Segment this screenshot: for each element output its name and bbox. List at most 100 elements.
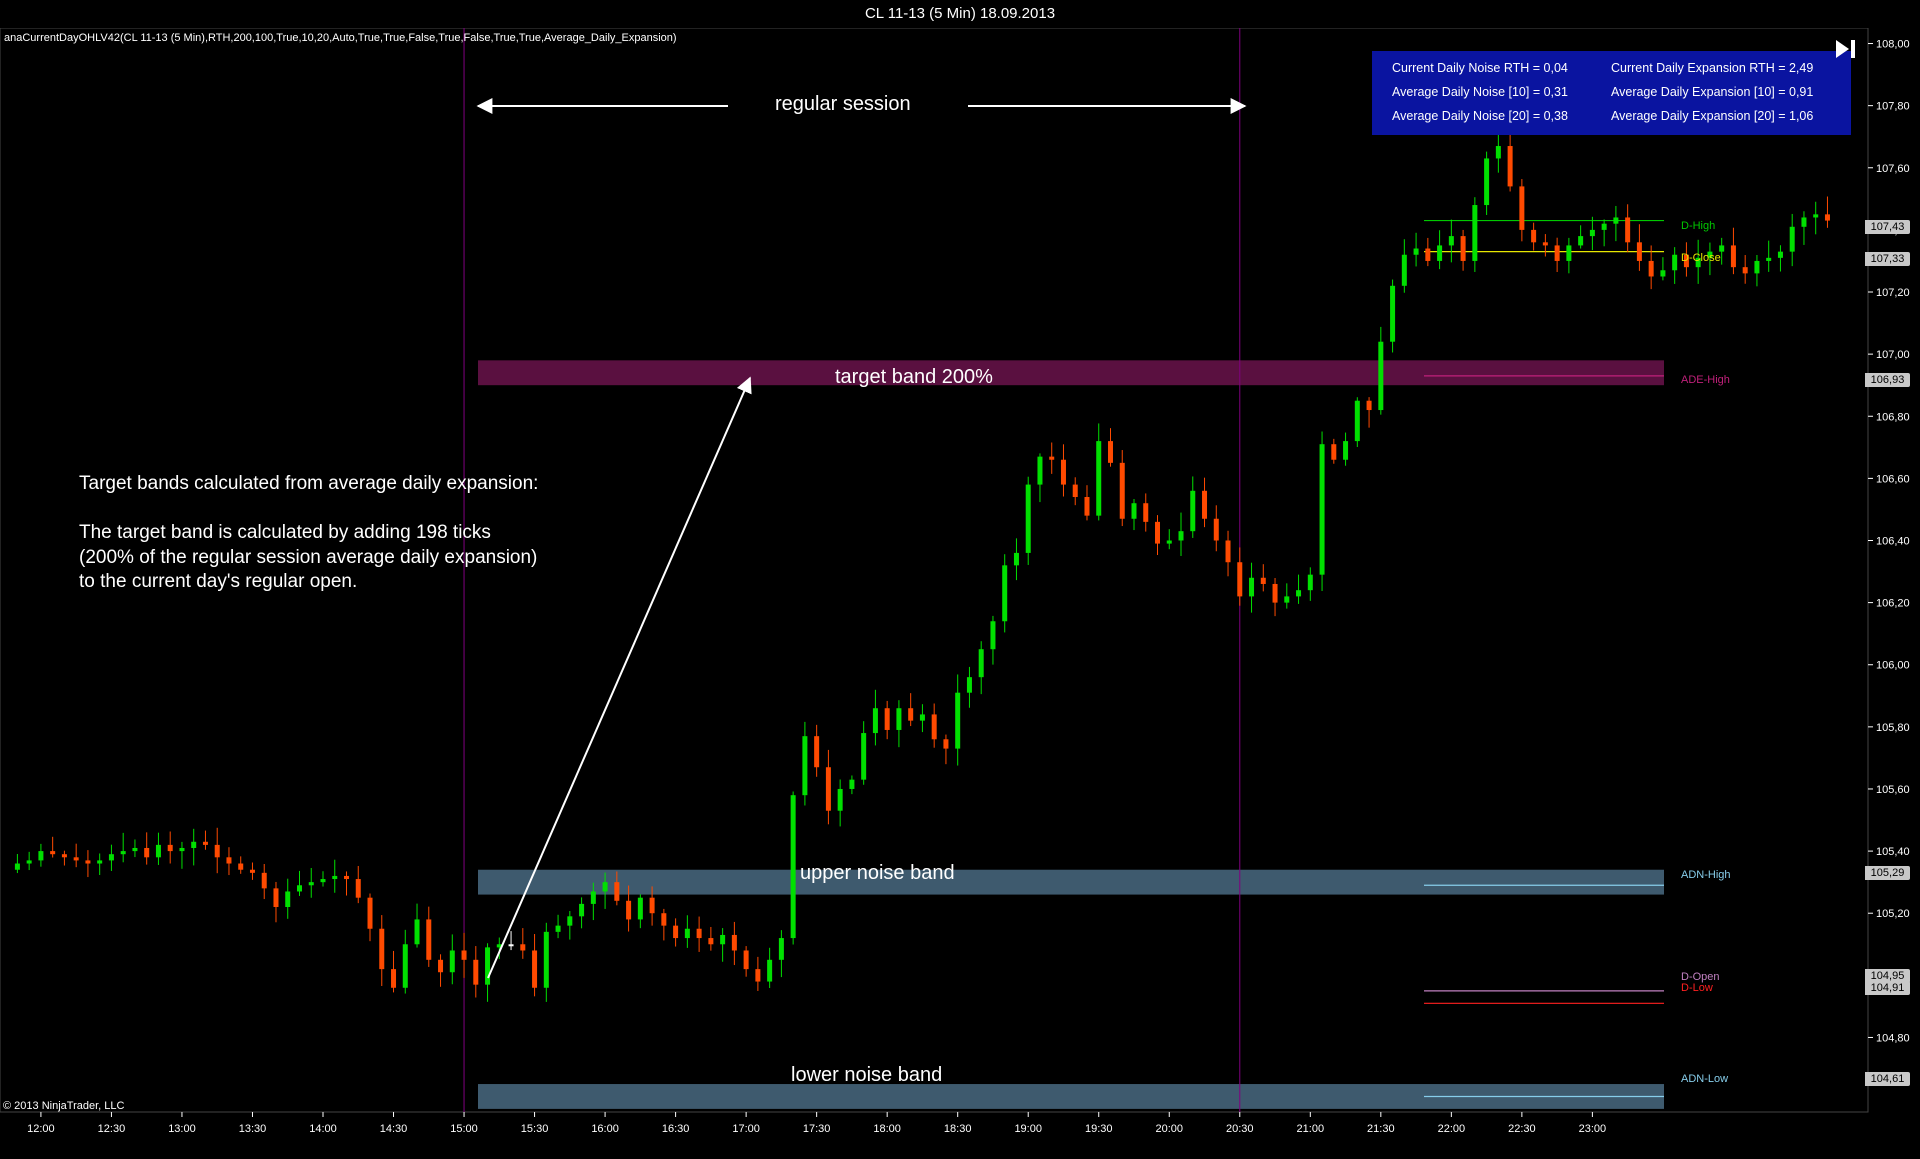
candle-body bbox=[1672, 254, 1678, 271]
play-to-end-icon[interactable] bbox=[1834, 38, 1858, 60]
candle-body bbox=[1307, 574, 1313, 591]
upper-noise-band bbox=[478, 869, 1664, 895]
candle-body bbox=[802, 736, 808, 796]
d-low-label: D-Low bbox=[1681, 982, 1713, 994]
candle-body bbox=[1531, 229, 1537, 243]
candle-body bbox=[50, 851, 56, 855]
candle-body bbox=[861, 733, 867, 780]
candle-body bbox=[767, 959, 773, 982]
y-tick-label: 104,80 bbox=[1876, 1032, 1910, 1044]
candle-body bbox=[1813, 214, 1819, 218]
candle-body bbox=[285, 891, 291, 908]
y-tick-label: 106,80 bbox=[1876, 411, 1910, 423]
candle-body bbox=[1249, 577, 1255, 597]
session-label: regular session bbox=[775, 93, 911, 115]
candle-body bbox=[249, 869, 255, 873]
x-tick-label: 13:30 bbox=[239, 1123, 267, 1135]
candle-body bbox=[1484, 158, 1490, 206]
candle-body bbox=[567, 916, 573, 926]
x-tick-label: 15:00 bbox=[450, 1123, 478, 1135]
upper-noise-band-label: upper noise band bbox=[800, 862, 955, 884]
d-close-label: D-Close bbox=[1681, 252, 1721, 264]
candle-body bbox=[1354, 400, 1360, 442]
target-band bbox=[478, 360, 1664, 386]
candle-body bbox=[167, 844, 173, 852]
candle-body bbox=[1013, 552, 1019, 566]
adn-high-label: ADN-High bbox=[1681, 869, 1731, 881]
info-box: Current Daily Noise RTH = 0,04 Average D… bbox=[1372, 51, 1851, 135]
candle-body bbox=[919, 714, 925, 721]
x-tick-label: 16:30 bbox=[662, 1123, 690, 1135]
target-band-label: target band 200% bbox=[835, 366, 993, 388]
candle-body bbox=[1284, 596, 1290, 603]
candle-body bbox=[814, 736, 820, 768]
y-tick-label: 105,20 bbox=[1876, 908, 1910, 920]
candle-body bbox=[1601, 223, 1607, 230]
candle-body bbox=[1119, 462, 1125, 519]
x-tick-label: 22:30 bbox=[1508, 1123, 1536, 1135]
candle-body bbox=[943, 739, 949, 749]
candle-body bbox=[473, 959, 479, 985]
candle-body bbox=[1824, 214, 1830, 221]
candle-body bbox=[238, 863, 244, 870]
candle-body bbox=[1437, 245, 1443, 261]
candle-body bbox=[14, 863, 20, 870]
candle-body bbox=[1448, 236, 1454, 246]
candle-body bbox=[1143, 503, 1149, 522]
x-tick-label: 23:00 bbox=[1579, 1123, 1607, 1135]
candle-body bbox=[908, 708, 914, 721]
candle-body bbox=[73, 857, 79, 861]
window-title: CL 11-13 (5 Min) 18.09.2013 bbox=[0, 0, 1920, 28]
x-tick-label: 19:30 bbox=[1085, 1123, 1113, 1135]
x-tick-label: 14:30 bbox=[380, 1123, 408, 1135]
d-high-label: D-High bbox=[1681, 220, 1716, 232]
candle-body bbox=[661, 913, 667, 926]
candle-body bbox=[978, 649, 984, 678]
candle-body bbox=[778, 938, 784, 960]
candle-body bbox=[332, 875, 338, 880]
candle-body bbox=[38, 851, 44, 861]
x-tick-label: 12:00 bbox=[27, 1123, 55, 1135]
indicator-label: anaCurrentDayOHLV42(CL 11-13 (5 Min),RTH… bbox=[4, 32, 677, 44]
candle-body bbox=[379, 928, 385, 970]
x-tick-label: 19:00 bbox=[1014, 1123, 1042, 1135]
candle-body bbox=[108, 854, 114, 861]
candle-body bbox=[590, 891, 596, 904]
candle-body bbox=[1390, 285, 1396, 342]
candle-body bbox=[414, 919, 420, 945]
candle-body bbox=[261, 872, 267, 889]
y-tick-label: 105,80 bbox=[1876, 722, 1910, 734]
candle-body bbox=[1578, 236, 1584, 246]
candle-body bbox=[1378, 341, 1384, 411]
candle-body bbox=[191, 841, 197, 848]
candle-body bbox=[1002, 565, 1008, 622]
candle-body bbox=[955, 692, 961, 749]
candle-body bbox=[1343, 441, 1349, 460]
candle-body bbox=[1237, 562, 1243, 597]
candle-body bbox=[1131, 503, 1137, 519]
candle-body bbox=[1366, 400, 1372, 411]
candle-body bbox=[966, 677, 972, 693]
candle-body bbox=[226, 857, 232, 864]
candle-body bbox=[1413, 248, 1419, 255]
candle-body bbox=[790, 795, 796, 939]
candle-body bbox=[1166, 540, 1172, 544]
candle-body bbox=[461, 950, 467, 960]
candle-body bbox=[1566, 245, 1572, 261]
candle-body bbox=[1084, 497, 1090, 516]
y-tick-label: 107,60 bbox=[1876, 163, 1910, 175]
candle-body bbox=[402, 944, 408, 988]
candle-body bbox=[532, 950, 538, 988]
x-tick-label: 15:30 bbox=[521, 1123, 549, 1135]
candle-body bbox=[884, 708, 890, 730]
x-tick-label: 14:00 bbox=[309, 1123, 337, 1135]
candle-body bbox=[1554, 245, 1560, 261]
candle-body bbox=[1425, 248, 1431, 261]
annotation-line: (200% of the regular session average dai… bbox=[79, 546, 538, 568]
candle-body bbox=[1472, 205, 1478, 261]
candle-body bbox=[1202, 490, 1208, 519]
y-tick-label: 107,80 bbox=[1876, 101, 1910, 113]
x-tick-label: 20:00 bbox=[1155, 1123, 1183, 1135]
x-tick-label: 17:00 bbox=[732, 1123, 760, 1135]
candle-body bbox=[614, 882, 620, 901]
